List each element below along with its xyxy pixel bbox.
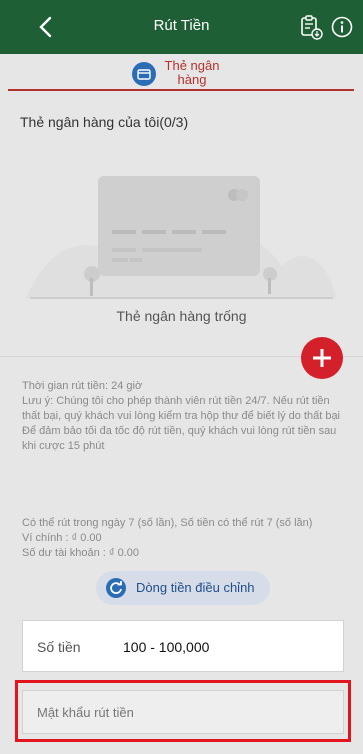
add-card-button[interactable] (301, 337, 343, 379)
empty-cards-text: Thẻ ngân hàng trống (116, 308, 247, 324)
tab-active-indicator (8, 89, 354, 91)
bank-card-icon (132, 62, 156, 86)
adjust-flow-label: Dòng tiền điều chỉnh (136, 580, 255, 595)
withdraw-time-text: Thời gian rút tiền: 24 giờ (22, 380, 143, 392)
main-wallet-text: Ví chính : ₫ 0.00 (22, 532, 102, 544)
bank-cards-title: Thẻ ngân hàng của tôi(0/3) (20, 114, 189, 130)
account-balance-text: Số dư tài khoản : ₫ 0.00 (22, 547, 139, 559)
withdraw-note-text: Lưu ý: Chúng tôi cho phép thành viên rút… (22, 395, 341, 422)
withdraw-password-input[interactable] (22, 690, 344, 734)
adjust-flow-button[interactable]: Dòng tiền điều chỉnh (96, 571, 270, 605)
amount-label: Số tiền (37, 639, 81, 655)
empty-cards-illustration (26, 176, 337, 299)
refresh-icon (106, 578, 126, 598)
tab-bar: Thẻ ngân hàng (0, 54, 363, 96)
amount-range: 100 - 100,000 (123, 639, 210, 655)
amount-field[interactable]: Số tiền 100 - 100,000 (22, 620, 344, 672)
info-icon[interactable] (328, 12, 356, 42)
withdraw-speed-text: Để đảm bảo tối đa tốc độ rút tiền, quý k… (22, 425, 337, 452)
withdraw-stats: Có thể rút trong ngày 7 (số lần), Số tiề… (22, 516, 352, 561)
header-bar: Rút Tiền (0, 0, 363, 54)
withdraw-notes: Thời gian rút tiền: 24 giờ Lưu ý: Chúng … (22, 379, 340, 454)
tab-bank-card[interactable]: Thẻ ngân hàng (164, 59, 220, 87)
clipboard-download-icon[interactable] (297, 12, 325, 42)
plus-icon (313, 349, 331, 367)
withdraw-limit-text: Có thể rút trong ngày 7 (số lần), Số tiề… (22, 517, 313, 529)
